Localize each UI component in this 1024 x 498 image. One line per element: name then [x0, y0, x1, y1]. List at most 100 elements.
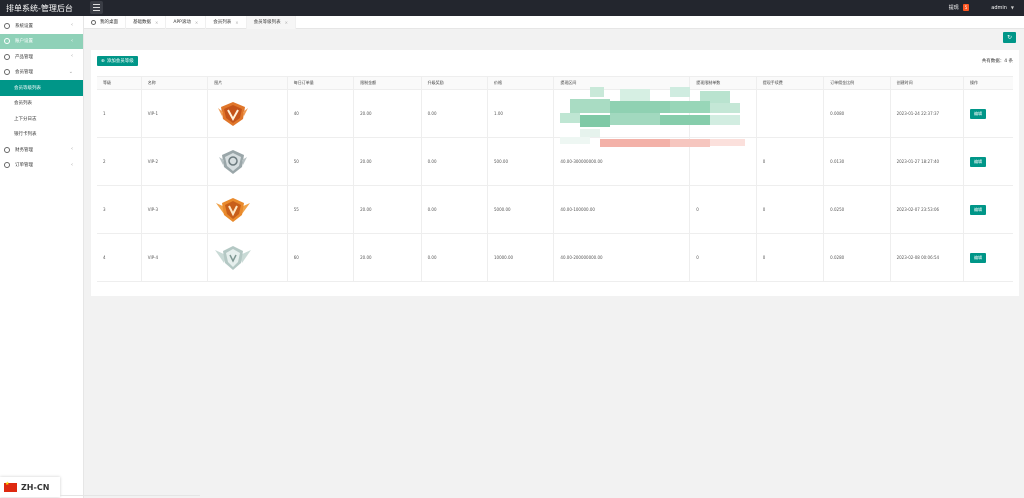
notice-count-badge: 5 — [962, 4, 970, 11]
language-selector[interactable]: ZH-CN — [0, 477, 60, 497]
notice-link[interactable]: 提现 — [949, 4, 959, 11]
cell-op: 编辑 — [963, 137, 1013, 186]
table-row: 1 VIP-1 40 20.00 0.00 1.00 0.0080 2023-0… — [97, 89, 1013, 138]
close-icon[interactable]: × — [235, 20, 238, 25]
sidebar-item-account[interactable]: 账户设置 ‹ — [0, 33, 83, 49]
add-level-button[interactable]: ⊕ 添加会员等级 — [97, 56, 138, 66]
cell-price: 10000.00 — [487, 233, 555, 282]
cell-limit: 20.00 — [353, 137, 422, 186]
cell-orders: 55 — [287, 185, 355, 234]
col-header: 图片 — [207, 76, 288, 90]
sidebar-item-label: 会员管理 — [15, 70, 33, 76]
vip-4-badge-icon — [215, 245, 252, 270]
close-icon[interactable]: × — [195, 20, 198, 25]
account-icon — [4, 38, 10, 45]
cell-ratio: 0.0250 — [823, 185, 891, 234]
pixelated-overlay — [560, 87, 750, 155]
sidebar-item-members[interactable]: 会员管理 ⌄ — [0, 65, 83, 81]
cell-image — [207, 137, 288, 186]
cell-op: 编辑 — [963, 185, 1013, 234]
menu-toggle-button[interactable] — [90, 1, 103, 14]
cell-level: 4 — [97, 233, 142, 282]
col-header: 名称 — [141, 76, 209, 90]
sidebar-item-orders[interactable]: 订单管理 ‹ — [0, 158, 83, 174]
china-flag-icon — [4, 481, 17, 492]
cell-created: 2023-02-07 23:53:06 — [890, 185, 965, 234]
chevron-down-icon: ⌄ — [68, 68, 73, 75]
sidebar-sub-points-log[interactable]: 上下分日志 — [0, 111, 83, 127]
levels-table: 等级 名称 图片 每日订单量 限制金额 升级奖励 价格 提现区间 提现限制单数 … — [97, 76, 1013, 282]
tab-app-scroll[interactable]: APP滚动 × — [166, 15, 207, 29]
col-header: 限制金额 — [353, 76, 422, 90]
cell-ratio: 0.0130 — [823, 137, 891, 186]
cell-image — [207, 185, 288, 234]
tab-member-levels[interactable]: 会员等级列表 × — [246, 15, 296, 29]
tab-member-list[interactable]: 会员列表 × — [206, 15, 247, 29]
sidebar: 系统设置 ‹ 账户设置 ‹ 产品管理 ‹ 会员管理 ⌄ 会员等级列表 会员列表 … — [0, 16, 84, 498]
sidebar-item-label: 账户设置 — [15, 39, 33, 45]
tab-label: 会员等级列表 — [253, 20, 281, 25]
sidebar-item-system[interactable]: 系统设置 ‹ — [0, 18, 83, 34]
sidebar-sub-member-levels[interactable]: 会员等级列表 — [0, 80, 83, 96]
col-header: 升级奖励 — [421, 76, 489, 90]
top-bar: 排单系统-管理后台 提现 5 admin ▼ — [0, 0, 1024, 16]
cell-bonus: 0.00 — [421, 137, 489, 186]
close-icon[interactable]: × — [285, 20, 288, 25]
vip-2-badge-icon — [219, 149, 248, 174]
close-icon[interactable]: × — [155, 20, 158, 25]
cell-created: 2023-02-08 00:06:54 — [890, 233, 965, 282]
vip-1-badge-icon — [218, 101, 249, 126]
chevron-left-icon: ‹ — [71, 146, 73, 152]
user-menu[interactable]: admin — [991, 5, 1007, 11]
chevron-left-icon: ‹ — [71, 22, 73, 28]
cell-range: 40.00-200000000.00 — [553, 233, 691, 282]
sidebar-item-products[interactable]: 产品管理 ‹ — [0, 49, 83, 65]
content-panel: ⊕ 添加会员等级 共有数据：4 条 等级 名称 图片 每日订单量 限制金额 升级… — [91, 50, 1019, 296]
tab-strip: 我的桌面 基础数据 × APP滚动 × 会员列表 × 会员等级列表 × — [84, 15, 1024, 29]
cell-bonus: 0.00 — [421, 185, 489, 234]
tab-label: 会员列表 — [213, 20, 232, 25]
cell-ratio: 0.0280 — [823, 233, 891, 282]
col-header: 价格 — [487, 76, 555, 90]
gear-icon — [4, 22, 10, 29]
edit-button[interactable]: 编辑 — [970, 156, 987, 167]
sidebar-item-label: 财务管理 — [15, 147, 33, 153]
sidebar-item-label: 订单管理 — [15, 163, 33, 169]
edit-button[interactable]: 编辑 — [970, 108, 987, 119]
vip-3-badge-icon — [216, 197, 251, 222]
chevron-left-icon: ‹ — [71, 161, 73, 168]
cell-fee: 0 — [756, 185, 825, 234]
tab-desktop[interactable]: 我的桌面 — [84, 15, 126, 29]
edit-button[interactable]: 编辑 — [970, 252, 987, 263]
edit-button[interactable]: 编辑 — [970, 204, 987, 215]
cell-op: 编辑 — [963, 89, 1013, 138]
cell-name: VIP-2 — [141, 137, 209, 186]
cell-name: VIP-1 — [141, 89, 209, 138]
table-row: 2 VIP-2 50 20.00 0.00 500.00 40.00-30000… — [97, 137, 1013, 186]
tab-label: 我的桌面 — [100, 20, 118, 25]
sidebar-item-label: 产品管理 — [15, 54, 33, 60]
sidebar-sub-bank-cards[interactable]: 银行卡列表 — [0, 127, 83, 143]
sidebar-item-finance[interactable]: 财务管理 ‹ — [0, 142, 83, 158]
sidebar-sub-member-list[interactable]: 会员列表 — [0, 96, 83, 112]
product-icon — [4, 53, 10, 60]
tab-label: 基础数据 — [133, 20, 151, 25]
tab-base-data[interactable]: 基础数据 × — [126, 15, 167, 29]
cell-limit: 20.00 — [353, 89, 422, 138]
language-label: ZH-CN — [21, 482, 50, 492]
refresh-button[interactable]: ↻ — [1003, 32, 1016, 43]
cell-withdraw-count: 0 — [689, 185, 757, 234]
cell-op: 编辑 — [963, 233, 1013, 282]
cell-name: VIP-4 — [141, 233, 209, 282]
cell-price: 500.00 — [487, 137, 555, 186]
refresh-icon: ↻ — [1006, 34, 1013, 41]
cell-price: 1.00 — [487, 89, 555, 138]
cell-orders: 40 — [287, 89, 355, 138]
record-count: 共有数据：4 条 — [981, 59, 1013, 64]
col-header: 提现手续费 — [756, 76, 825, 90]
cell-bonus: 0.00 — [421, 89, 489, 138]
add-level-label: 添加会员等级 — [106, 59, 134, 64]
cell-image — [207, 233, 288, 282]
col-header: 订单佣金比例 — [823, 76, 891, 90]
cell-ratio: 0.0080 — [823, 89, 891, 138]
